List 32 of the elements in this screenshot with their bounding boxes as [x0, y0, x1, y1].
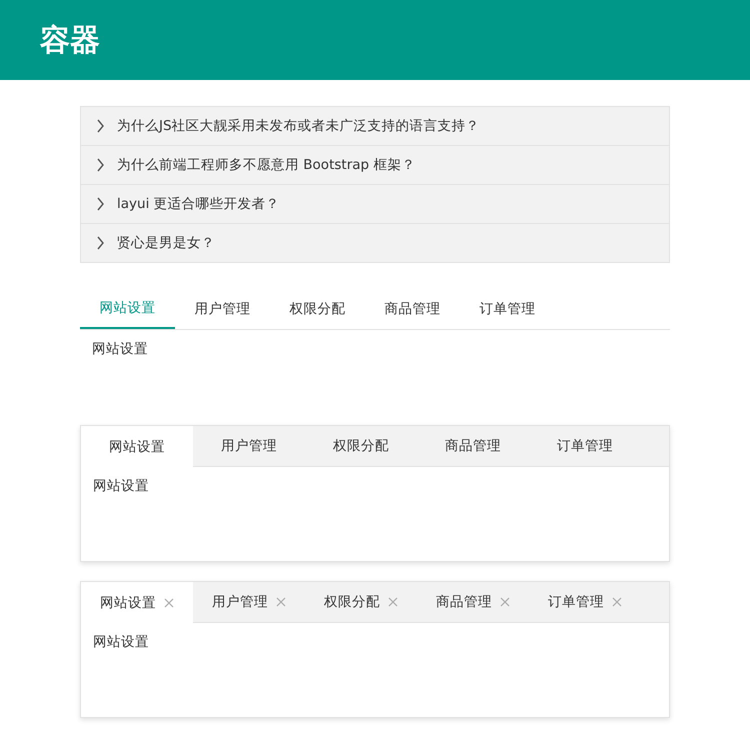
- tab-content: 网站设置: [92, 477, 150, 496]
- tab[interactable]: 用户管理: [175, 289, 270, 329]
- chevron-icon: [95, 158, 105, 172]
- chevron-icon: [95, 197, 105, 211]
- tab[interactable]: 网站设置: [80, 289, 175, 329]
- tab[interactable]: 用户管理: [193, 582, 305, 622]
- tab[interactable]: 用户管理: [193, 426, 305, 466]
- chevron-icon: [95, 236, 105, 250]
- close-icon[interactable]: [500, 597, 510, 607]
- tab[interactable]: 商品管理: [417, 582, 529, 622]
- tab[interactable]: 订单管理: [529, 426, 641, 466]
- tab[interactable]: 商品管理: [417, 426, 529, 466]
- tab[interactable]: 权限分配: [270, 289, 365, 329]
- tab[interactable]: 订单管理: [529, 582, 641, 622]
- tab[interactable]: 网站设置: [81, 582, 193, 623]
- collapse-item[interactable]: layui 更适合哪些开发者？: [81, 184, 669, 223]
- collapse-item[interactable]: 为什么前端工程师多不愿意用 Bootstrap 框架？: [81, 145, 669, 184]
- tab-content: 网站设置: [92, 633, 150, 652]
- collapse-item[interactable]: 为什么JS社区大靓采用未发布或者未广泛支持的语言支持？: [81, 107, 669, 145]
- page-title: 容器: [40, 22, 100, 60]
- tab[interactable]: 网站设置: [81, 426, 193, 467]
- close-icon[interactable]: [164, 598, 174, 608]
- tab-content: 网站设置: [91, 340, 149, 359]
- close-icon[interactable]: [276, 597, 286, 607]
- tab[interactable]: 订单管理: [460, 289, 555, 329]
- tab[interactable]: 权限分配: [305, 582, 417, 622]
- tab[interactable]: 权限分配: [305, 426, 417, 466]
- close-icon[interactable]: [612, 597, 622, 607]
- chevron-icon: [95, 119, 105, 133]
- collapse-item[interactable]: 贤心是男是女？: [81, 223, 669, 262]
- tab[interactable]: 商品管理: [365, 289, 460, 329]
- close-icon[interactable]: [388, 597, 398, 607]
